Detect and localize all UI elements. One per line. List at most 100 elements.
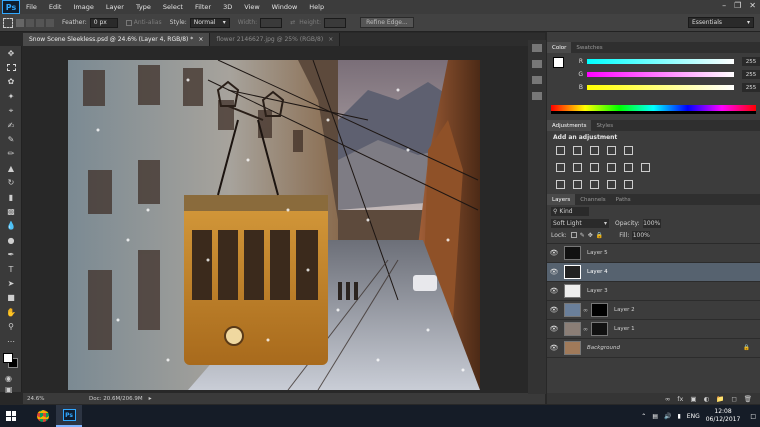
new-layer-icon[interactable]: ◻ <box>731 395 736 403</box>
layer-name[interactable]: Background <box>587 345 620 351</box>
network-icon[interactable]: ▤ <box>652 413 658 420</box>
b-slider[interactable] <box>587 85 734 90</box>
color-spectrum-ramp[interactable] <box>551 105 756 114</box>
close-icon[interactable]: ✕ <box>749 1 756 10</box>
layer-name[interactable]: Layer 5 <box>587 250 608 256</box>
tab-styles[interactable]: Styles <box>591 120 618 131</box>
show-hidden-icons-icon[interactable]: ⌃ <box>641 413 646 420</box>
menu-window[interactable]: Window <box>266 3 304 11</box>
visibility-eye-icon[interactable]: 👁 <box>547 306 561 314</box>
g-value[interactable]: 255 <box>742 70 760 79</box>
menu-edit[interactable]: Edit <box>43 3 68 11</box>
blend-mode-select[interactable]: Soft Light ▾ <box>551 218 609 228</box>
eraser-tool-icon[interactable]: ▮ <box>0 190 22 204</box>
rectangle-tool-icon[interactable]: ■ <box>0 291 22 305</box>
menu-select[interactable]: Select <box>157 3 189 11</box>
visibility-eye-icon[interactable]: 👁 <box>547 249 561 257</box>
pen-tool-icon[interactable]: ✒ <box>0 247 22 261</box>
layer-name[interactable]: Layer 2 <box>614 307 635 313</box>
crop-tool-icon[interactable]: ⌖ <box>0 104 22 118</box>
photo-filter-icon[interactable] <box>606 163 616 172</box>
foreground-color-swatch[interactable] <box>3 353 13 363</box>
link-layers-icon[interactable]: ∞ <box>665 395 670 403</box>
notifications-icon[interactable]: □ <box>750 413 756 420</box>
tab-adjustments[interactable]: Adjustments <box>547 120 592 131</box>
layer-name[interactable]: Layer 3 <box>587 288 608 294</box>
tab-channels[interactable]: Channels <box>575 194 610 205</box>
layer-row-layer-3[interactable]: 👁 Layer 3 <box>547 282 760 301</box>
workspace-select[interactable]: Essentials ▾ <box>688 17 754 28</box>
properties-panel-icon[interactable] <box>532 60 542 68</box>
layer-name[interactable]: Layer 1 <box>614 326 635 332</box>
visibility-eye-icon[interactable]: 👁 <box>547 287 561 295</box>
windows-start-button[interactable] <box>0 405 22 427</box>
exposure-icon[interactable] <box>606 146 616 155</box>
tab-paths[interactable]: Paths <box>611 194 636 205</box>
lasso-tool-icon[interactable]: ✿ <box>0 75 22 89</box>
clone-stamp-tool-icon[interactable]: ▲ <box>0 161 22 175</box>
style-select[interactable]: Normal ▾ <box>189 17 230 28</box>
layer-row-layer-4[interactable]: 👁 Layer 4 <box>547 263 760 282</box>
layer-row-layer-2[interactable]: 👁 ∞ Layer 2 <box>547 301 760 320</box>
layer-row-background[interactable]: 👁 Background 🔒 <box>547 339 760 358</box>
layer-row-layer-1[interactable]: 👁 ∞ Layer 1 <box>547 320 760 339</box>
lock-pixels-icon[interactable]: ✎ <box>580 232 585 239</box>
width-input[interactable] <box>260 17 283 28</box>
fill-input[interactable]: 100% <box>632 230 651 240</box>
tab-color[interactable]: Color <box>547 42 572 53</box>
gradient-map-icon[interactable] <box>623 180 633 189</box>
lock-transparency-icon[interactable] <box>570 232 577 238</box>
r-value[interactable]: 255 <box>742 57 760 66</box>
close-icon[interactable]: × <box>328 36 333 43</box>
black-white-icon[interactable] <box>589 163 599 172</box>
layer-mask-thumbnail[interactable] <box>591 322 608 336</box>
height-input[interactable] <box>324 17 347 28</box>
levels-icon[interactable] <box>572 146 582 155</box>
tab-flower[interactable]: flower 2146627.jpg @ 25% (RGB/8) × <box>210 33 341 46</box>
tab-swatches[interactable]: Swatches <box>571 42 607 53</box>
paragraph-panel-icon[interactable] <box>532 92 542 100</box>
selective-color-icon[interactable] <box>606 180 616 189</box>
layer-name[interactable]: Layer 4 <box>587 269 608 275</box>
menu-type[interactable]: Type <box>130 3 157 11</box>
marquee-preset-icon[interactable] <box>3 17 13 28</box>
refine-edge-button[interactable]: Refine Edge... <box>360 17 414 28</box>
type-tool-icon[interactable]: T <box>0 262 22 276</box>
g-slider[interactable] <box>587 72 734 77</box>
eyedropper-tool-icon[interactable]: ✍ <box>0 118 22 132</box>
close-icon[interactable]: × <box>198 36 203 43</box>
screen-mode-icon[interactable]: ▣ <box>5 385 13 394</box>
minimize-icon[interactable]: – <box>722 1 726 10</box>
new-group-icon[interactable]: 📁 <box>716 395 724 403</box>
opacity-input[interactable]: 100% <box>642 218 661 228</box>
menu-file[interactable]: File <box>20 3 43 11</box>
volume-icon[interactable]: 🔊 <box>664 413 671 420</box>
clock[interactable]: 12:08 06/12/2017 <box>706 408 741 424</box>
new-adjustment-icon[interactable]: ◐ <box>704 395 710 403</box>
hue-saturation-icon[interactable] <box>556 163 565 172</box>
marquee-tool-icon[interactable] <box>0 60 22 74</box>
zoom-level[interactable]: 24.6% <box>23 396 59 402</box>
color-lookup-icon[interactable] <box>640 163 650 172</box>
layer-filter-select[interactable]: ⚲ Kind <box>551 206 589 216</box>
restore-icon[interactable]: ❐ <box>734 1 741 10</box>
input-language[interactable]: ENG <box>687 413 700 420</box>
b-value[interactable]: 255 <box>742 83 760 92</box>
menu-layer[interactable]: Layer <box>100 3 130 11</box>
menu-view[interactable]: View <box>238 3 265 11</box>
battery-icon[interactable]: ▮ <box>677 413 680 420</box>
zoom-tool-icon[interactable]: ⚲ <box>0 319 22 333</box>
document-canvas-image[interactable] <box>68 60 480 390</box>
fg-color-chip[interactable] <box>553 57 564 68</box>
menu-help[interactable]: Help <box>303 3 330 11</box>
r-slider[interactable] <box>587 59 734 64</box>
menu-filter[interactable]: Filter <box>189 3 217 11</box>
move-tool-icon[interactable]: ✥ <box>0 46 22 60</box>
photoshop-taskbar-button[interactable]: Ps <box>56 405 82 427</box>
delete-layer-icon[interactable]: 🗑 <box>744 395 752 403</box>
chevron-right-icon[interactable]: ▸ <box>149 395 152 402</box>
threshold-icon[interactable] <box>589 180 599 189</box>
path-selection-tool-icon[interactable]: ➤ <box>0 276 22 290</box>
history-panel-icon[interactable] <box>532 44 542 52</box>
curves-icon[interactable] <box>589 146 599 155</box>
